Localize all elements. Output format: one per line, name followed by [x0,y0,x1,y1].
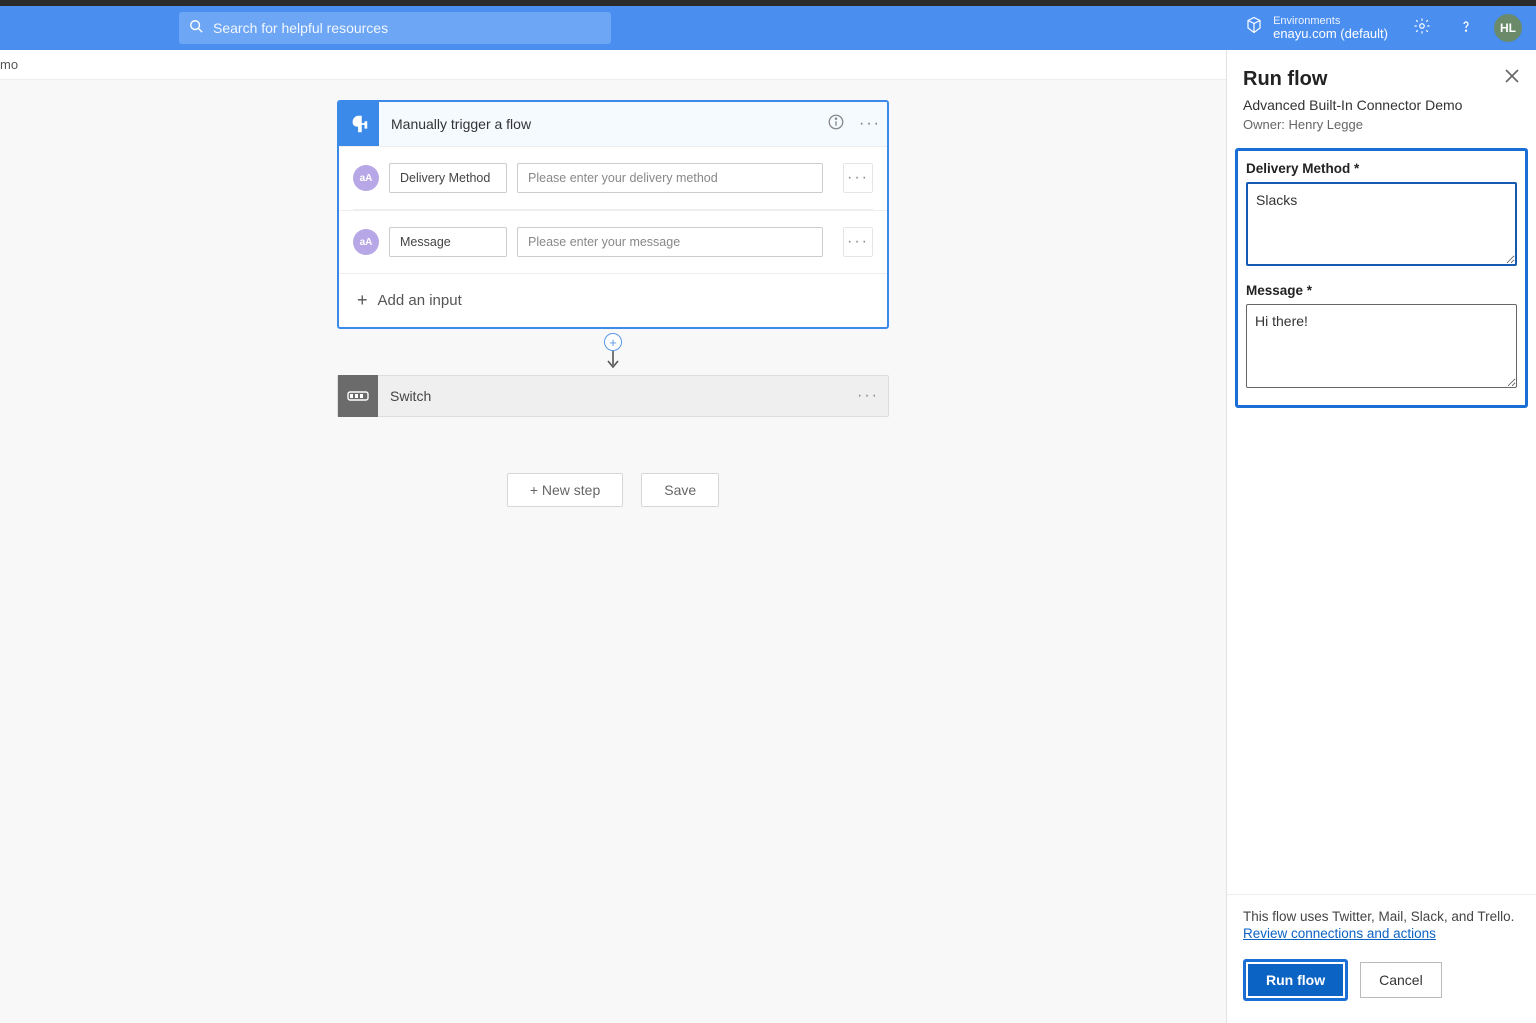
switch-icon [338,375,378,417]
message-input[interactable] [1246,304,1517,388]
close-icon [1505,69,1519,88]
more-icon: ··· [857,387,879,405]
panel-actions: Run flow Cancel [1227,945,1536,1023]
connections-note: This flow uses Twitter, Mail, Slack, and… [1243,909,1520,924]
more-icon: ··· [859,115,881,133]
param-more-button[interactable]: ··· [843,163,873,193]
param-value-input[interactable]: Please enter your delivery method [517,163,823,193]
run-flow-highlight: Run flow [1243,959,1348,1001]
gear-icon [1413,17,1431,40]
panel-title: Run flow [1243,68,1520,91]
param-name-input[interactable]: Message [389,227,507,257]
cancel-button[interactable]: Cancel [1360,962,1442,998]
trigger-more-button[interactable]: ··· [853,107,887,141]
environment-picker[interactable]: Environments enayu.com (default) [1245,15,1388,41]
run-flow-button[interactable]: Run flow [1248,964,1343,996]
search-input[interactable] [213,20,601,36]
switch-more-button[interactable]: ··· [848,387,888,405]
more-icon: ··· [847,233,869,251]
user-avatar[interactable]: HL [1494,14,1522,42]
message-label: Message * [1246,283,1517,298]
plus-icon: + [357,290,368,311]
settings-button[interactable] [1406,12,1438,44]
add-step-inline[interactable]: + [604,333,622,351]
delivery-method-label: Delivery Method * [1246,161,1517,176]
text-param-icon: aA [353,165,379,191]
environment-text: Environments enayu.com (default) [1273,15,1388,41]
flow-connector: + [604,333,622,371]
trigger-title: Manually trigger a flow [379,116,819,132]
review-connections-link[interactable]: Review connections and actions [1243,926,1436,941]
new-step-button[interactable]: + New step [507,473,623,507]
add-input-label: Add an input [378,292,462,309]
add-input-button[interactable]: + Add an input [339,273,887,327]
info-icon [827,113,845,136]
help-icon [1458,18,1474,39]
switch-title: Switch [378,388,848,404]
breadcrumb-fragment: mo [0,57,18,72]
trigger-icon [339,102,379,146]
close-panel-button[interactable] [1502,68,1522,88]
text-param-icon: aA [353,229,379,255]
param-row-message: aA Message Please enter your message ··· [339,210,887,273]
flow-canvas: Manually trigger a flow ··· aA Delivery … [0,80,1226,1023]
search-box[interactable] [179,12,611,44]
trigger-info-button[interactable] [819,107,853,141]
save-button[interactable]: Save [641,473,719,507]
switch-card[interactable]: Switch ··· [337,375,889,417]
panel-footnote: This flow uses Twitter, Mail, Slack, and… [1227,894,1536,945]
header-bar: Environments enayu.com (default) HL [0,6,1536,50]
more-icon: ··· [847,169,869,187]
panel-form: Delivery Method * Message * [1235,148,1528,408]
panel-subtitle: Advanced Built-In Connector Demo [1243,97,1520,113]
panel-header: Run flow Advanced Built-In Connector Dem… [1227,50,1536,138]
environment-value: enayu.com (default) [1273,27,1388,41]
trigger-card[interactable]: Manually trigger a flow ··· aA Delivery … [337,100,889,329]
help-button[interactable] [1450,12,1482,44]
param-value-input[interactable]: Please enter your message [517,227,823,257]
environment-label: Environments [1273,15,1388,27]
environment-icon [1245,16,1263,39]
panel-owner: Owner: Henry Legge [1243,117,1520,132]
param-more-button[interactable]: ··· [843,227,873,257]
search-icon [189,19,203,38]
canvas-actions: + New step Save [507,473,719,507]
delivery-method-input[interactable] [1246,182,1517,266]
plus-icon: + [609,335,617,350]
trigger-header[interactable]: Manually trigger a flow ··· [339,102,887,146]
arrow-down-icon [604,349,622,371]
run-flow-panel: Run flow Advanced Built-In Connector Dem… [1226,50,1536,1023]
param-row-delivery: aA Delivery Method Please enter your del… [339,146,887,209]
param-name-input[interactable]: Delivery Method [389,163,507,193]
